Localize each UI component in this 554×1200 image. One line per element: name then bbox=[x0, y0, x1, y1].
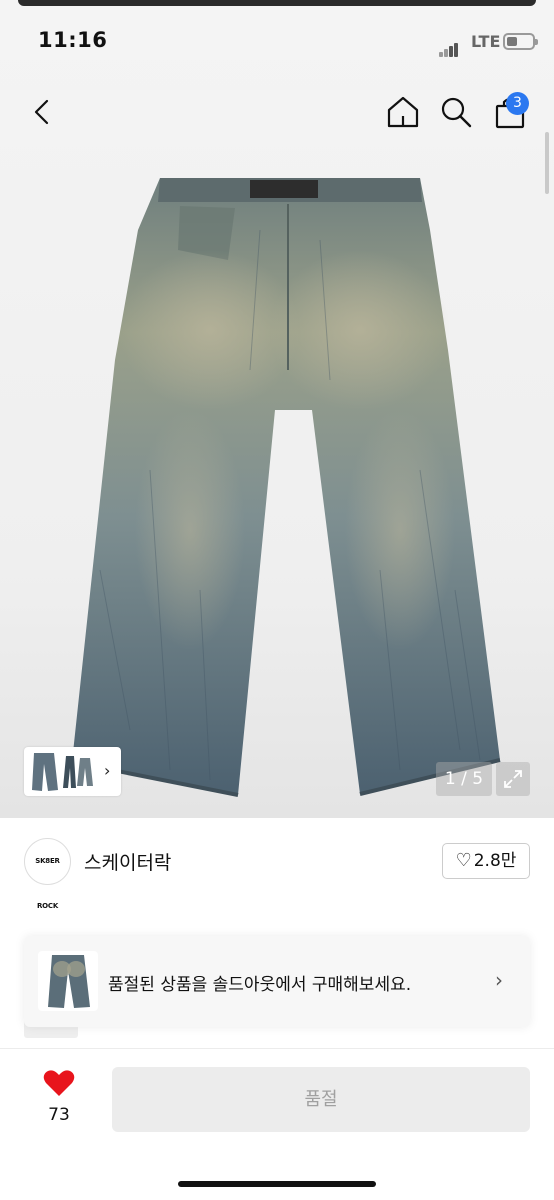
status-bar: 11:16 LTE bbox=[0, 14, 554, 68]
scrollbar[interactable] bbox=[545, 132, 549, 194]
store-name[interactable]: 스케이터락 bbox=[84, 848, 171, 875]
search-icon[interactable] bbox=[438, 94, 474, 130]
product-image-jeans bbox=[71, 178, 501, 797]
banner-text: 품절된 상품을 솔드아웃에서 구매해보세요. bbox=[108, 975, 412, 995]
top-navigation: 3 bbox=[0, 86, 554, 140]
soldout-promo-banner[interactable]: 품절된 상품을 솔드아웃에서 구매해보세요. › bbox=[24, 936, 530, 1027]
heart-outline-icon: ♡ bbox=[455, 850, 472, 871]
store-row[interactable]: SK8ER ROCK 스케이터락 ♡ 2.8만 bbox=[0, 818, 554, 910]
chevron-right-icon: › bbox=[495, 968, 503, 992]
store-follow-button[interactable]: ♡ 2.8만 bbox=[442, 843, 530, 879]
cart-count-badge: 3 bbox=[506, 92, 529, 115]
device-frame-top bbox=[18, 0, 536, 6]
banner-product-thumbnail bbox=[38, 951, 98, 1011]
bottom-action-bar: 73 품절 bbox=[0, 1048, 554, 1200]
thumbnail-jeans-image bbox=[32, 753, 93, 791]
heart-filled-icon bbox=[43, 1070, 75, 1096]
like-count: 73 bbox=[48, 1105, 70, 1125]
store-logo[interactable]: SK8ER ROCK bbox=[24, 838, 71, 910]
network-type: LTE bbox=[471, 32, 501, 51]
soldout-button[interactable]: 품절 bbox=[112, 1067, 530, 1132]
gallery-thumbnail-strip[interactable]: › bbox=[24, 747, 121, 796]
status-time: 11:16 bbox=[38, 28, 108, 52]
home-indicator[interactable] bbox=[178, 1181, 376, 1187]
follow-count: 2.8만 bbox=[473, 851, 517, 871]
home-icon[interactable] bbox=[385, 94, 421, 130]
chevron-right-icon: › bbox=[104, 761, 111, 780]
signal-icon bbox=[439, 38, 459, 57]
expand-icon[interactable] bbox=[496, 762, 530, 796]
battery-icon bbox=[503, 33, 538, 50]
back-arrow-icon[interactable] bbox=[26, 96, 58, 128]
like-button[interactable]: 73 bbox=[36, 1069, 82, 1125]
product-detail-screen: › 1 / 5 11:16 LTE 3 SK8ER ROCK 스케이터락 ♡ 2… bbox=[0, 0, 554, 1200]
image-counter: 1 / 5 bbox=[436, 762, 492, 796]
